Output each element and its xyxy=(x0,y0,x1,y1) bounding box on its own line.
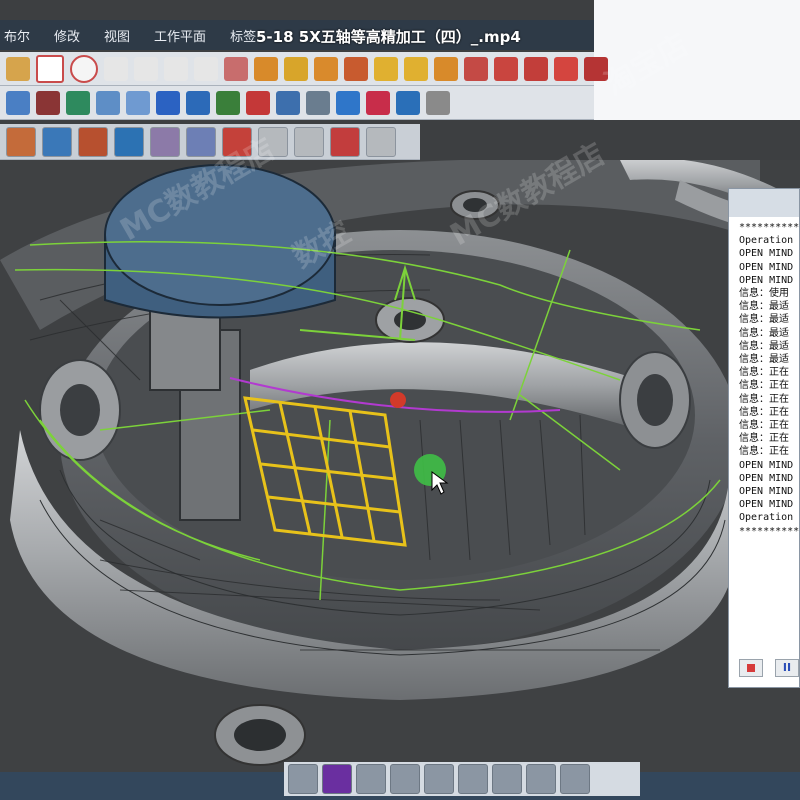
edit-icon[interactable] xyxy=(186,90,210,115)
console-line: OPEN MIND xyxy=(739,274,794,286)
select-icon[interactable] xyxy=(126,90,150,115)
menu-item-boolean[interactable]: 布尔 xyxy=(4,26,30,45)
plane-icon[interactable] xyxy=(254,56,278,81)
console-line: OPEN MIND xyxy=(739,486,794,498)
console-line: 信息：使用 xyxy=(739,288,789,300)
pipe-icon[interactable] xyxy=(464,56,488,81)
layer-icon[interactable] xyxy=(276,90,300,115)
console-line: 信息：正在 xyxy=(739,446,789,458)
console-line: 信息：最适 xyxy=(739,340,789,352)
delete-icon[interactable] xyxy=(246,90,270,115)
console-line: *********** xyxy=(739,525,800,537)
console-line: OPEN MIND xyxy=(739,248,794,260)
console-line: OPEN MIND xyxy=(739,472,794,484)
print-icon[interactable] xyxy=(426,90,450,115)
axis-icon[interactable] xyxy=(6,90,30,115)
console-line: 信息：正在 xyxy=(739,380,789,392)
fillet-icon[interactable] xyxy=(344,56,368,81)
chamfer-icon[interactable] xyxy=(434,56,458,81)
menu-item-view[interactable]: 视图 xyxy=(104,26,130,45)
console-line: OPEN MIND xyxy=(739,261,794,273)
output-console-window: *********** Operation OPEN MIND OPEN MIN… xyxy=(728,188,800,688)
rectangle-icon[interactable] xyxy=(36,54,64,83)
video-title: 5-18 5X五轴等高精加工（四）_.mp4 xyxy=(256,28,521,46)
console-line: 信息：最适 xyxy=(739,301,789,313)
ball-icon[interactable] xyxy=(322,764,352,794)
menu-item-workplane[interactable]: 工作平面 xyxy=(154,26,206,45)
cube-icon[interactable] xyxy=(524,56,548,81)
stop-icon xyxy=(747,664,755,672)
toolbar-row-1 xyxy=(0,52,608,86)
star-icon[interactable] xyxy=(424,764,454,794)
trim-icon[interactable] xyxy=(404,56,428,81)
star-icon[interactable] xyxy=(366,90,390,115)
console-line: 信息：最适 xyxy=(739,354,789,366)
console-text: *********** Operation OPEN MIND OPEN MIN… xyxy=(729,217,799,538)
info-icon[interactable] xyxy=(150,126,180,157)
surface-icon[interactable] xyxy=(194,56,218,81)
box-icon[interactable] xyxy=(494,56,518,81)
line-icon[interactable] xyxy=(164,56,188,81)
cut-icon[interactable] xyxy=(78,126,108,157)
wedge-icon[interactable] xyxy=(554,56,578,81)
cube-view-icon[interactable] xyxy=(330,126,360,157)
console-line: 信息：正在 xyxy=(739,393,789,405)
save-icon[interactable] xyxy=(216,90,240,115)
menu-item-label[interactable]: 标签 xyxy=(230,26,256,45)
console-titlebar[interactable] xyxy=(729,189,799,217)
console-line: 信息：正在 xyxy=(739,420,789,432)
toolbar-row-2 xyxy=(0,86,594,120)
reset-icon[interactable] xyxy=(294,126,324,157)
circle-icon[interactable] xyxy=(70,54,98,83)
brush-icon[interactable] xyxy=(390,764,420,794)
console-line: Operation xyxy=(739,235,794,247)
console-line: 信息：正在 xyxy=(739,433,789,445)
stop-button[interactable] xyxy=(739,659,763,677)
cad-viewport[interactable] xyxy=(0,160,800,772)
curve-icon[interactable] xyxy=(6,56,30,81)
console-line: 信息：最适 xyxy=(739,314,789,326)
pause-button[interactable]: II xyxy=(775,659,799,677)
cube-icon[interactable] xyxy=(288,764,318,794)
console-line: Operation xyxy=(739,512,794,524)
globe-icon[interactable] xyxy=(560,764,590,794)
point-icon[interactable] xyxy=(36,90,60,115)
tool-icon[interactable] xyxy=(6,126,36,157)
knife-icon[interactable] xyxy=(356,764,386,794)
check-icon[interactable] xyxy=(156,90,180,115)
refresh-icon[interactable] xyxy=(42,126,72,157)
pen2-icon[interactable] xyxy=(526,764,556,794)
console-line: 信息：正在 xyxy=(739,367,789,379)
menu-item-modify[interactable]: 修改 xyxy=(54,26,80,45)
pen-icon[interactable] xyxy=(492,764,522,794)
console-line: *********** xyxy=(739,222,800,233)
bottom-toolbar xyxy=(284,762,640,796)
console-line: OPEN MIND xyxy=(739,499,794,511)
offset-icon[interactable] xyxy=(374,56,398,81)
shape-icon[interactable] xyxy=(224,56,248,81)
console-line: OPEN MIND xyxy=(739,459,794,471)
extrude-icon[interactable] xyxy=(284,56,308,81)
warning-icon[interactable] xyxy=(366,126,396,157)
pivot-point-marker xyxy=(390,392,406,408)
revolve-icon[interactable] xyxy=(314,56,338,81)
gear-icon[interactable] xyxy=(114,126,144,157)
infinity-icon[interactable] xyxy=(458,764,488,794)
console-line: 信息：正在 xyxy=(739,406,789,418)
arc-icon[interactable] xyxy=(134,56,158,81)
spline-icon[interactable] xyxy=(104,56,128,81)
pin-icon[interactable] xyxy=(336,90,360,115)
grid-icon[interactable] xyxy=(66,90,90,115)
measure-icon[interactable] xyxy=(96,90,120,115)
trophy-icon[interactable] xyxy=(306,90,330,115)
rotate-icon[interactable] xyxy=(396,90,420,115)
console-line: 信息：最适 xyxy=(739,327,789,339)
